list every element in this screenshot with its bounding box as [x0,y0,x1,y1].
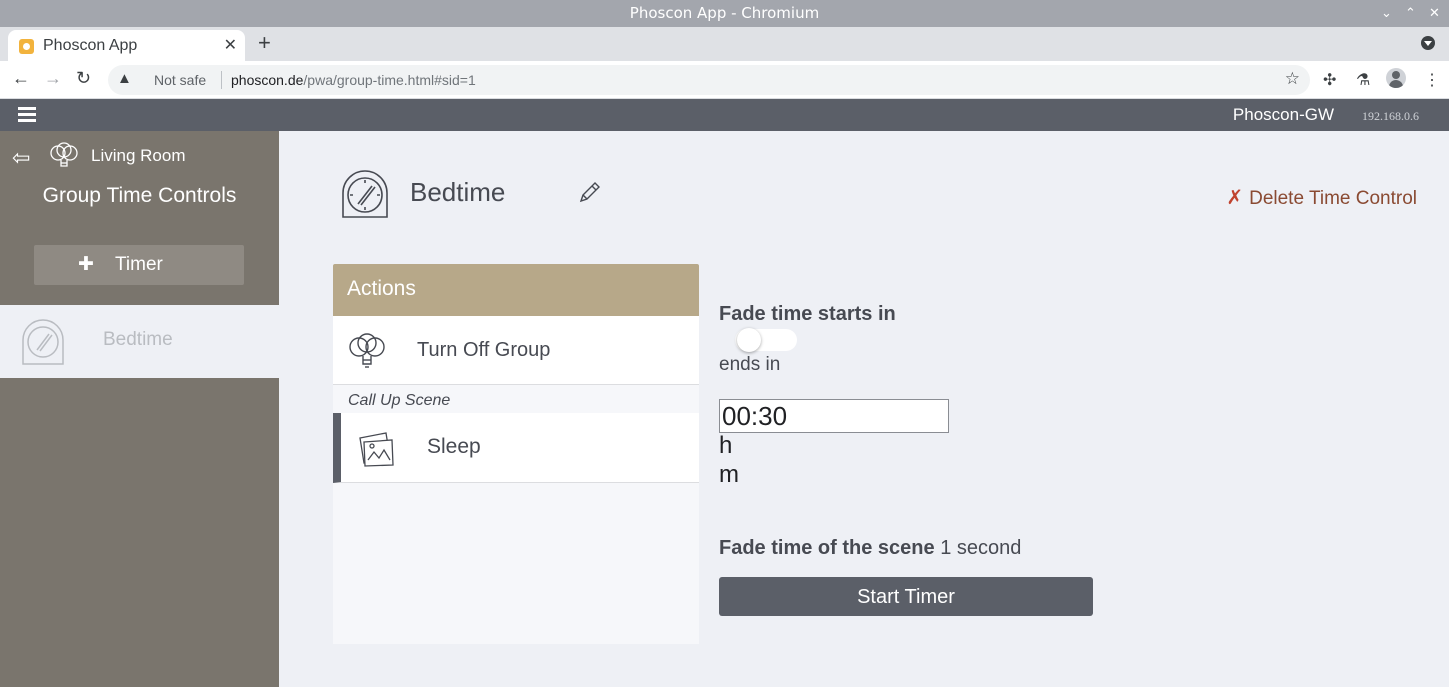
browser-toolbar: ← → ↻ ▲ Not safe phoscon.de/pwa/group-ti… [0,61,1449,99]
back-arrow-icon[interactable]: ⇦ [12,145,30,171]
browser-tab[interactable]: Phoscon App ✕ [8,30,245,61]
delete-x-icon: ✗ [1226,187,1244,209]
hours-unit-label: h [719,432,733,459]
gateway-name: Phoscon-GW [1232,105,1334,124]
light-bulbs-icon [50,142,78,167]
reload-icon[interactable]: ↻ [76,68,91,89]
toggle-knob [737,328,761,352]
minimize-icon[interactable]: ⌄ [1381,0,1392,27]
minutes-unit-label: m [719,461,739,488]
list-item-turn-off-group[interactable]: Turn Off Group [333,316,699,385]
light-bulbs-icon [349,333,385,368]
forward-arrow-icon[interactable]: → [44,68,62,89]
ends-in-label: ends in [719,354,781,375]
hamburger-menu-icon[interactable] [18,107,36,123]
list-item-sleep-scene[interactable]: Sleep [333,413,699,483]
sidebar-item-bedtime[interactable]: Bedtime [0,305,279,378]
page-title: Bedtime [410,177,506,207]
sidebar-title: Group Time Controls [42,184,237,207]
sidebar: ⇦ Living Room Group Time Controls ✚ Time… [0,131,279,687]
time-input[interactable] [719,399,949,433]
app-header: Phoscon-GW 192.168.0.6 [0,99,1449,131]
fade-time-heading: Fade time starts in [719,303,896,325]
scene-fade-time: Fade time of the scene 1 second [719,537,1022,559]
scene-label: Sleep [427,435,481,458]
maximize-icon[interactable]: ⌃ [1405,0,1416,27]
edit-pencil-icon[interactable] [577,179,603,205]
browser-menu-icon[interactable]: ⋮ [1424,70,1440,90]
room-name[interactable]: Living Room [91,146,186,166]
address-bar[interactable]: ▲ Not safe phoscon.de/pwa/group-time.htm… [108,65,1310,95]
scene-pictures-icon [359,432,394,467]
close-window-icon[interactable]: ✕ [1429,0,1440,27]
url-text[interactable]: phoscon.de/pwa/group-time.html#sid=1 [231,72,476,88]
delete-time-control-button[interactable]: ✗ Delete Time Control [1226,185,1417,210]
gateway-ip: 192.168.0.6 [1362,109,1419,123]
add-timer-label: Timer [115,254,163,275]
add-timer-button[interactable]: ✚ Timer [34,245,244,285]
tab-search-icon[interactable] [1421,36,1435,50]
fade-toggle-switch[interactable] [735,328,797,352]
main-content: Bedtime ✗ Delete Time Control Actions Tur… [279,131,1449,687]
start-timer-button[interactable]: Start Timer [719,577,1093,616]
window-title: Phoscon App - Chromium [629,4,820,22]
action-label: Turn Off Group [417,339,551,361]
profile-avatar-icon[interactable] [1386,68,1406,88]
tab-close-icon[interactable]: ✕ [224,35,237,55]
omnibox-divider [221,71,222,89]
labs-flask-icon[interactable]: ⚗ [1356,70,1370,90]
clock-timer-icon [22,319,64,365]
not-safe-label[interactable]: Not safe [154,72,206,88]
warning-icon[interactable]: ▲ [117,70,132,87]
section-label: Call Up Scene [348,392,451,409]
sidebar-item-label: Bedtime [103,329,173,350]
tab-strip: Phoscon App ✕ + [0,27,1449,61]
new-tab-icon[interactable]: + [258,30,271,56]
window-title-bar: Phoscon App - Chromium ⌄ ⌃ ✕ [0,0,1449,27]
back-arrow-icon[interactable]: ← [12,68,30,89]
actions-panel: Actions Turn Off Group Call Up Scene Sle… [333,264,699,644]
extensions-puzzle-icon[interactable]: ✣ [1323,70,1336,90]
actions-heading: Actions [333,264,699,316]
plus-icon: ✚ [78,254,94,275]
phoscon-favicon-icon [19,39,34,54]
bookmark-star-icon[interactable]: ☆ [1285,69,1300,89]
tab-title: Phoscon App [43,37,138,54]
clock-timer-icon [342,170,388,218]
